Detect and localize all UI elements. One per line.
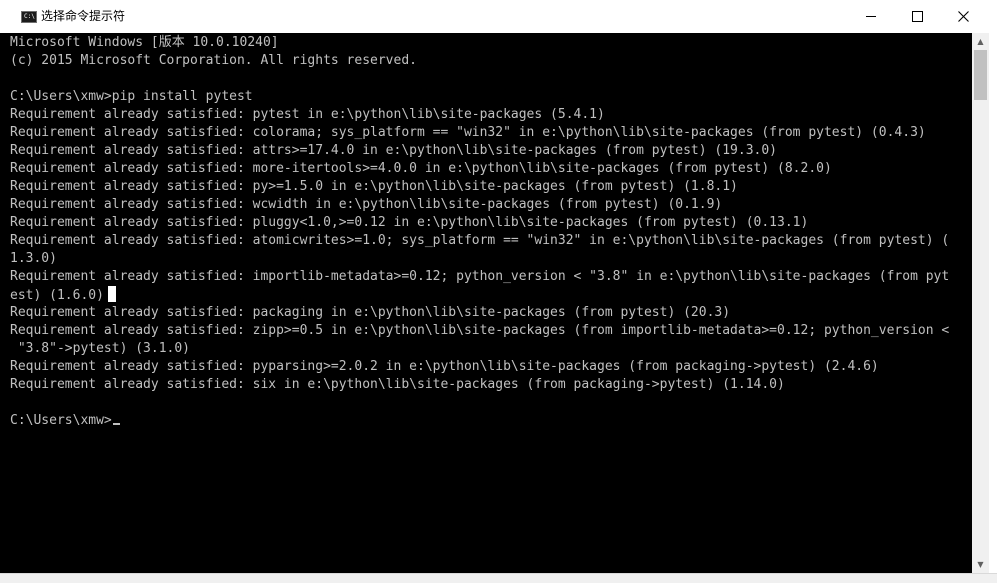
console-line: Requirement already satisfied: atomicwri… — [10, 232, 949, 250]
console-line: Requirement already satisfied: zipp>=0.5… — [10, 322, 949, 340]
console-line: Microsoft Windows [版本 10.0.10240] — [10, 34, 949, 52]
console-line: Requirement already satisfied: six in e:… — [10, 376, 949, 394]
console-line-text: Requirement already satisfied: pluggy<1.… — [10, 215, 809, 230]
console-line-text: Microsoft Windows [版本 10.0.10240] — [10, 35, 279, 50]
console-line: Requirement already satisfied: attrs>=17… — [10, 142, 949, 160]
cmd-app-icon-label: C:\ — [24, 13, 35, 20]
vertical-scrollbar[interactable]: ▲ ▼ — [972, 33, 989, 573]
close-icon — [957, 11, 969, 22]
close-button[interactable] — [940, 0, 986, 33]
console-line-text: Requirement already satisfied: six in e:… — [10, 377, 785, 392]
console-line: Requirement already satisfied: py>=1.5.0… — [10, 178, 949, 196]
window-title: 选择命令提示符 — [41, 9, 126, 23]
window-right-border — [989, 33, 997, 583]
console-line: Requirement already satisfied: more-iter… — [10, 160, 949, 178]
title-bar[interactable]: C:\ 选择命令提示符 — [0, 0, 997, 33]
command-prompt-window: C:\ 选择命令提示符 Microsoft Windows [版本 10.0.1… — [0, 0, 997, 583]
console-line: C:\Users\xmw> — [10, 412, 949, 430]
console-line: C:\Users\xmw>pip install pytest — [10, 88, 949, 106]
console-line: Requirement already satisfied: pluggy<1.… — [10, 214, 949, 232]
console-line: "3.8"->pytest) (3.1.0) — [10, 340, 949, 358]
console-line-text: C:\Users\xmw>pip install pytest — [10, 89, 253, 104]
console-line-text: Requirement already satisfied: pytest in… — [10, 107, 605, 122]
console-line: Requirement already satisfied: importlib… — [10, 268, 949, 286]
console-line-text: Requirement already satisfied: zipp>=0.5… — [10, 323, 950, 338]
scroll-down-arrow-icon[interactable]: ▼ — [972, 556, 989, 573]
console-line: Requirement already satisfied: pyparsing… — [10, 358, 949, 376]
minimize-icon — [866, 16, 876, 17]
selection-cursor — [107, 286, 116, 302]
console-line: Requirement already satisfied: pytest in… — [10, 106, 949, 124]
cmd-app-icon[interactable]: C:\ — [21, 11, 37, 23]
console-line: 1.3.0) — [10, 250, 949, 268]
console-line-text: Requirement already satisfied: importlib… — [10, 269, 950, 284]
scrollbar-thumb[interactable] — [974, 50, 987, 100]
console-line: Requirement already satisfied: wcwidth i… — [10, 196, 949, 214]
console-line-text: Requirement already satisfied: packaging… — [10, 305, 731, 320]
console-line-text: Requirement already satisfied: wcwidth i… — [10, 197, 723, 212]
console-line-text: (c) 2015 Microsoft Corporation. All righ… — [10, 53, 417, 68]
console-line-text: "3.8"->pytest) (3.1.0) — [10, 341, 191, 356]
scroll-up-arrow-icon[interactable]: ▲ — [972, 33, 989, 50]
console-line-text: Requirement already satisfied: pyparsing… — [10, 359, 879, 374]
window-bottom-border — [0, 573, 997, 583]
console-line: est) (1.6.0) — [10, 286, 949, 304]
maximize-button[interactable] — [894, 0, 940, 33]
maximize-icon — [911, 11, 923, 22]
console-line-text: Requirement already satisfied: py>=1.5.0… — [10, 179, 738, 194]
text-cursor — [112, 423, 120, 425]
console-line: (c) 2015 Microsoft Corporation. All righ… — [10, 52, 949, 70]
minimize-button[interactable] — [848, 0, 894, 33]
console-line-text: Requirement already satisfied: more-iter… — [10, 161, 832, 176]
console-line-text: Requirement already satisfied: colorama;… — [10, 125, 926, 140]
console-line: Requirement already satisfied: colorama;… — [10, 124, 949, 142]
console-line: Requirement already satisfied: packaging… — [10, 304, 949, 322]
console-text: Microsoft Windows [版本 10.0.10240] (c) 201… — [10, 34, 949, 430]
console-line-text: Requirement already satisfied: attrs>=17… — [10, 143, 778, 158]
console-line-text: est) (1.6.0) — [10, 288, 104, 303]
console-output-area[interactable]: Microsoft Windows [版本 10.0.10240] (c) 201… — [0, 33, 972, 573]
console-line-text: Requirement already satisfied: atomicwri… — [10, 233, 950, 248]
console-line-text: C:\Users\xmw> — [10, 413, 112, 428]
console-line-text: 1.3.0) — [10, 251, 57, 266]
